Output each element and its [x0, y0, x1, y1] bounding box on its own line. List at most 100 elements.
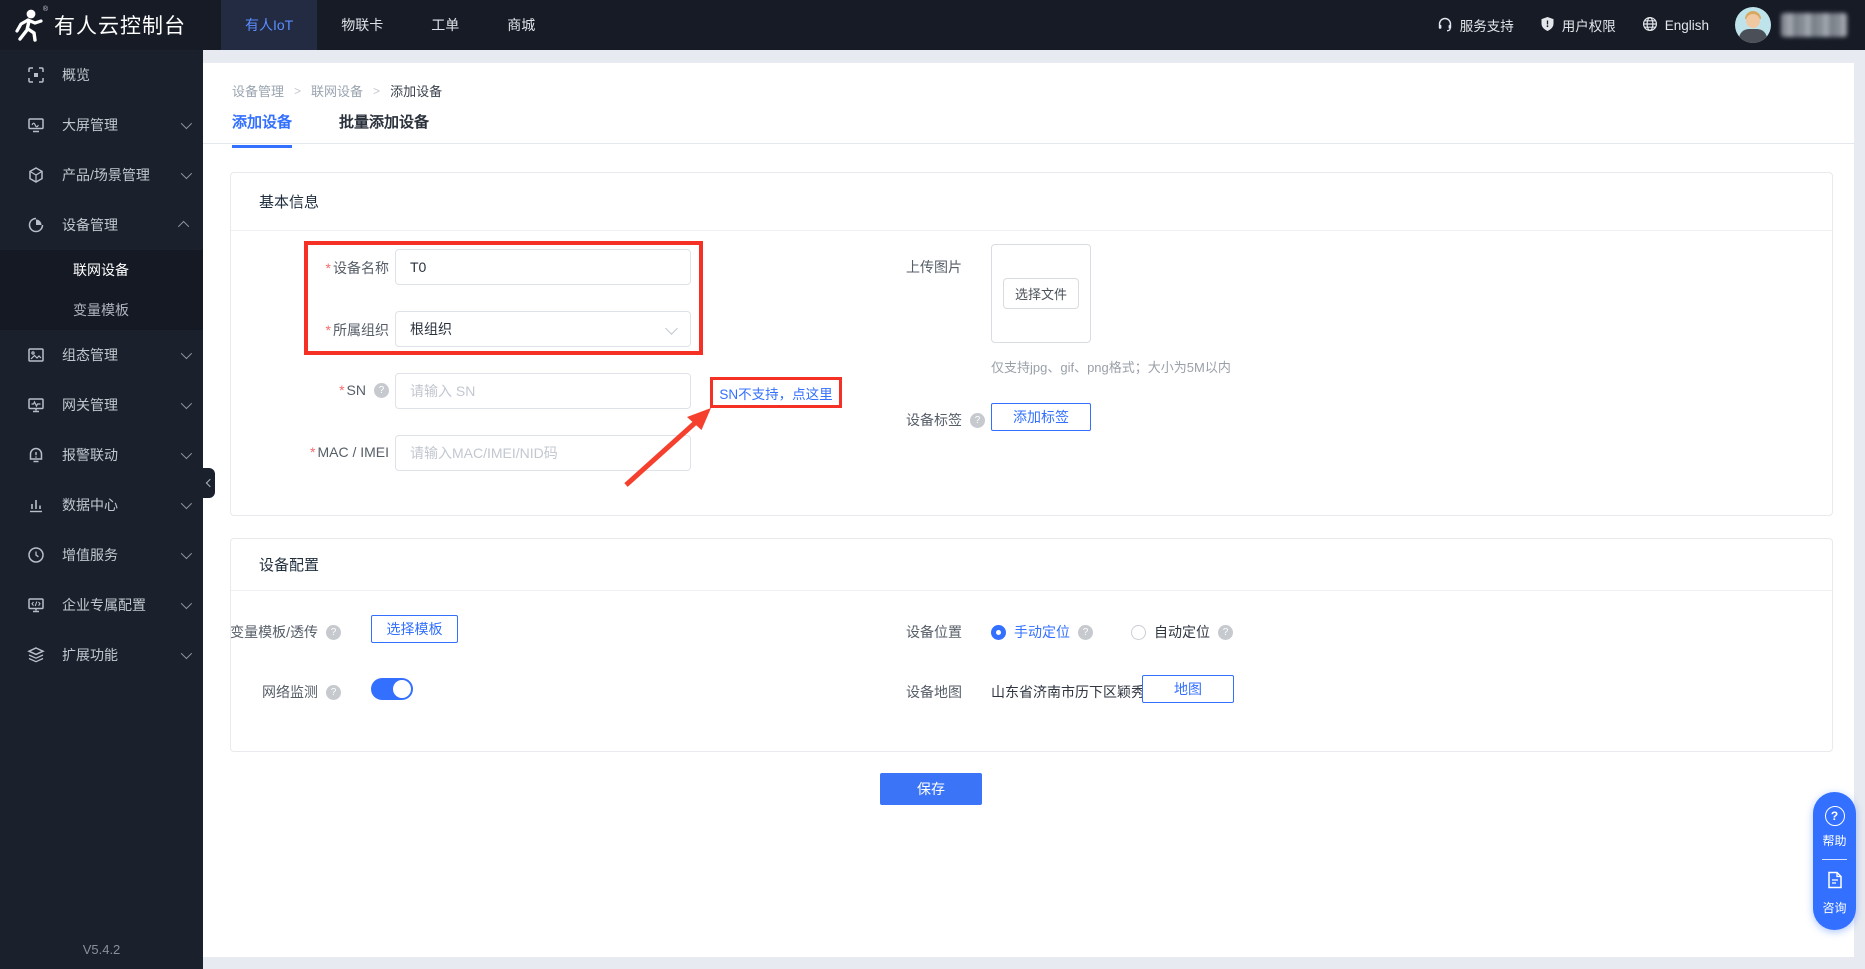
- save-button[interactable]: 保存: [880, 773, 982, 805]
- sidebar-item-networked-devices[interactable]: 联网设备: [0, 250, 203, 290]
- globe-icon: [1642, 16, 1658, 35]
- sidebar-item-enterprise-config[interactable]: 企业专属配置: [0, 580, 203, 630]
- auto-locate-label[interactable]: 自动定位: [1154, 622, 1210, 642]
- sidebar-item-scada-mgmt[interactable]: 组态管理: [0, 330, 203, 380]
- device-config-title: 设备配置: [231, 539, 1832, 591]
- sn-label: * SN ?: [231, 382, 389, 398]
- breadcrumb: 设备管理 > 联网设备 > 添加设备: [232, 81, 442, 100]
- sidebar-item-variable-template[interactable]: 变量模板: [0, 290, 203, 330]
- sidebar: 概览 大屏管理 产品/场景管理 设备管理 联网设备 变量模板 组态管理 网关管理…: [0, 50, 203, 969]
- auto-locate-help-icon[interactable]: ?: [1218, 624, 1233, 640]
- cube-icon: [27, 166, 45, 184]
- network-help-icon[interactable]: ?: [326, 684, 341, 700]
- device-name-input[interactable]: [395, 249, 691, 285]
- sidebar-item-value-added[interactable]: 增值服务: [0, 530, 203, 580]
- help-label[interactable]: 帮助: [1822, 832, 1846, 849]
- device-map-address: 山东省济南市历下区颖秀路: [991, 684, 1159, 700]
- sidebar-item-gateway-mgmt[interactable]: 网关管理: [0, 380, 203, 430]
- navbar-tabs: 有人IoT 物联卡 工单 商城: [221, 0, 559, 50]
- sidebar-item-screen-mgmt[interactable]: 大屏管理: [0, 100, 203, 150]
- breadcrumb-networked-devices[interactable]: 联网设备: [311, 81, 363, 100]
- choose-template-button[interactable]: 选择模板: [371, 615, 458, 643]
- sidebar-item-extensions[interactable]: 扩展功能: [0, 630, 203, 680]
- main-panel: 设备管理 > 联网设备 > 添加设备 添加设备 批量添加设备 基本信息 * 设备名…: [203, 63, 1854, 957]
- clock-icon: [27, 546, 45, 564]
- app-title: 有人云控制台: [54, 15, 186, 38]
- service-support[interactable]: 服务支持: [1437, 15, 1514, 35]
- registered-mark-icon: ®: [42, 6, 48, 13]
- user-avatar[interactable]: [1735, 7, 1771, 43]
- nav-tab-mall[interactable]: 商城: [483, 0, 559, 50]
- nav-tab-usr-iot[interactable]: 有人IoT: [221, 0, 318, 50]
- tags-help-icon[interactable]: ?: [970, 412, 985, 428]
- upload-dropzone[interactable]: 选择文件: [991, 244, 1091, 343]
- sn-input[interactable]: [395, 373, 691, 409]
- chevron-down-icon: [180, 447, 193, 460]
- sidebar-item-alarm-linkage[interactable]: 报警联动: [0, 430, 203, 480]
- consult-label[interactable]: 咨询: [1822, 899, 1846, 916]
- add-tag-button[interactable]: 添加标签: [991, 403, 1091, 431]
- map-button[interactable]: 地图: [1142, 675, 1234, 703]
- manual-locate-radio[interactable]: [991, 624, 1006, 640]
- sidebar-item-data-center[interactable]: 数据中心: [0, 480, 203, 530]
- mac-imei-input[interactable]: [395, 435, 691, 471]
- network-monitor-toggle[interactable]: [371, 678, 413, 700]
- device-config-card: 设备配置 变量模板/透传 ? 选择模板 网络监测 ? 设备位置 手动定位 ? 自…: [230, 538, 1833, 752]
- screen-icon: [27, 116, 45, 134]
- sidebar-item-overview[interactable]: 概览: [0, 50, 203, 100]
- alarm-icon: [27, 446, 45, 464]
- device-mgmt-submenu: 联网设备 变量模板: [0, 250, 203, 330]
- upload-image-label: 上传图片: [906, 259, 962, 275]
- upload-format-note: 仅支持jpg、gif、png格式；大小为5M以内: [991, 360, 1231, 375]
- breadcrumb-device-mgmt[interactable]: 设备管理: [232, 81, 284, 100]
- chevron-down-icon: [180, 647, 193, 660]
- manual-locate-help-icon[interactable]: ?: [1078, 624, 1093, 640]
- breadcrumb-separator: >: [373, 83, 381, 98]
- auto-locate-radio[interactable]: [1131, 624, 1146, 640]
- code-screen-icon: [27, 596, 45, 614]
- chevron-down-icon: [180, 497, 193, 510]
- gateway-icon: [27, 396, 45, 414]
- helper-divider: [1822, 859, 1847, 860]
- breadcrumb-separator: >: [294, 83, 302, 98]
- variable-template-label: 变量模板/透传 ?: [230, 622, 341, 642]
- sidebar-collapse-handle[interactable]: [203, 468, 215, 498]
- nav-tab-iot-card[interactable]: 物联卡: [317, 0, 407, 50]
- floating-helper: ? 帮助 咨询: [1813, 792, 1856, 930]
- chevron-down-icon: [180, 347, 193, 360]
- language-switch[interactable]: English: [1642, 16, 1709, 35]
- consult-doc-icon[interactable]: [1825, 870, 1845, 893]
- headset-icon: [1437, 16, 1453, 35]
- chevron-left-icon: [205, 478, 215, 488]
- sidebar-item-product-mgmt[interactable]: 产品/场景管理: [0, 150, 203, 200]
- navbar-right: 服务支持 用户权限 English: [1437, 0, 1865, 50]
- pie-icon: [27, 216, 45, 234]
- shield-icon: [1540, 16, 1555, 35]
- version-label: V5.4.2: [82, 942, 121, 957]
- org-select[interactable]: [395, 311, 691, 347]
- basic-info-card: 基本信息 *设备名称 *所属组织 *SN ? *MAC / IMEI SN不支持…: [230, 172, 1833, 516]
- username-blurred: [1781, 13, 1847, 37]
- user-permission[interactable]: 用户权限: [1540, 15, 1616, 35]
- chevron-down-icon: [180, 597, 193, 610]
- device-map-label: 设备地图: [906, 684, 962, 700]
- device-name-label: * 设备名称: [325, 260, 389, 276]
- overview-icon: [27, 66, 45, 84]
- chevron-down-icon: [180, 397, 193, 410]
- nav-tab-work-order[interactable]: 工单: [407, 0, 483, 50]
- breadcrumb-add-device: 添加设备: [390, 84, 443, 99]
- help-question-icon[interactable]: ?: [1824, 806, 1845, 826]
- sn-help-icon[interactable]: ?: [374, 382, 389, 398]
- chevron-down-icon: [180, 167, 193, 180]
- basic-info-title: 基本信息: [231, 173, 1832, 231]
- manual-locate-label[interactable]: 手动定位: [1014, 622, 1070, 642]
- choose-file-button[interactable]: 选择文件: [1002, 278, 1079, 309]
- layers-icon: [27, 646, 45, 664]
- sn-not-supported-link[interactable]: SN不支持，点这里: [710, 377, 842, 408]
- org-label: * 所属组织: [325, 322, 389, 338]
- top-navbar: ® 有人云控制台 有人IoT 物联卡 工单 商城 服务支持 用户权限 Engli…: [0, 0, 1865, 50]
- chart-icon: [27, 496, 45, 514]
- template-help-icon[interactable]: ?: [326, 624, 341, 640]
- sidebar-item-device-mgmt[interactable]: 设备管理: [0, 200, 203, 250]
- logo[interactable]: ® 有人云控制台: [0, 0, 203, 50]
